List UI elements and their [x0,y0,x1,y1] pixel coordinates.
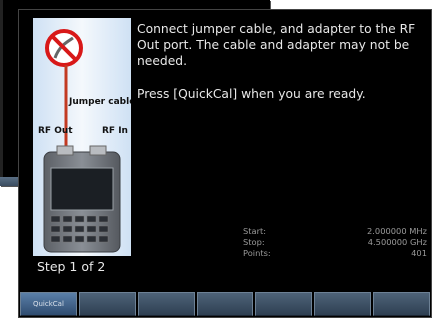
softkey-4[interactable] [196,292,254,316]
start-label: Start: [243,226,267,236]
softkey-6[interactable] [314,292,372,316]
start-row: Start: 2.000000 MHz [243,226,427,237]
instruction-text: Connect jumper cable, and adapter to the… [137,21,423,102]
softkey-bar: QuickCal [20,292,431,316]
start-value: 2.000000 MHz [367,226,427,236]
softkey-5[interactable] [255,292,313,316]
points-value: 401 [411,248,427,258]
sweep-parameters: Start: 2.000000 MHz Stop: 4.500000 GHz P… [243,226,427,259]
analyzer-device-icon [43,145,121,253]
rf-in-label: RF In [102,126,128,136]
instruction-press-quickcal: Press [QuickCal] when you are ready. [137,87,366,101]
quickcal-softkey[interactable]: QuickCal [20,292,77,316]
softkey-3[interactable] [137,292,195,316]
softkey-7[interactable] [373,292,431,316]
rf-out-label: RF Out [38,126,73,136]
softkey-2[interactable] [78,292,136,316]
step-indicator: Step 1 of 2 [37,259,106,274]
quickcal-dialog: Jumper cable RF Out RF In Connect jumper… [18,9,432,318]
stop-row: Stop: 4.500000 GHz [243,237,427,248]
points-row: Points: 401 [243,248,427,259]
points-label: Points: [243,248,271,258]
background-window-edge [0,0,3,186]
jumper-label: Jumper cable [68,97,131,107]
instruction-connect: Connect jumper cable, and adapter to the… [137,22,416,68]
stop-label: Stop: [243,237,265,247]
connection-illustration: Jumper cable RF Out RF In [33,18,131,256]
prohibited-icon [45,29,83,67]
stop-value: 4.500000 GHz [367,237,427,247]
